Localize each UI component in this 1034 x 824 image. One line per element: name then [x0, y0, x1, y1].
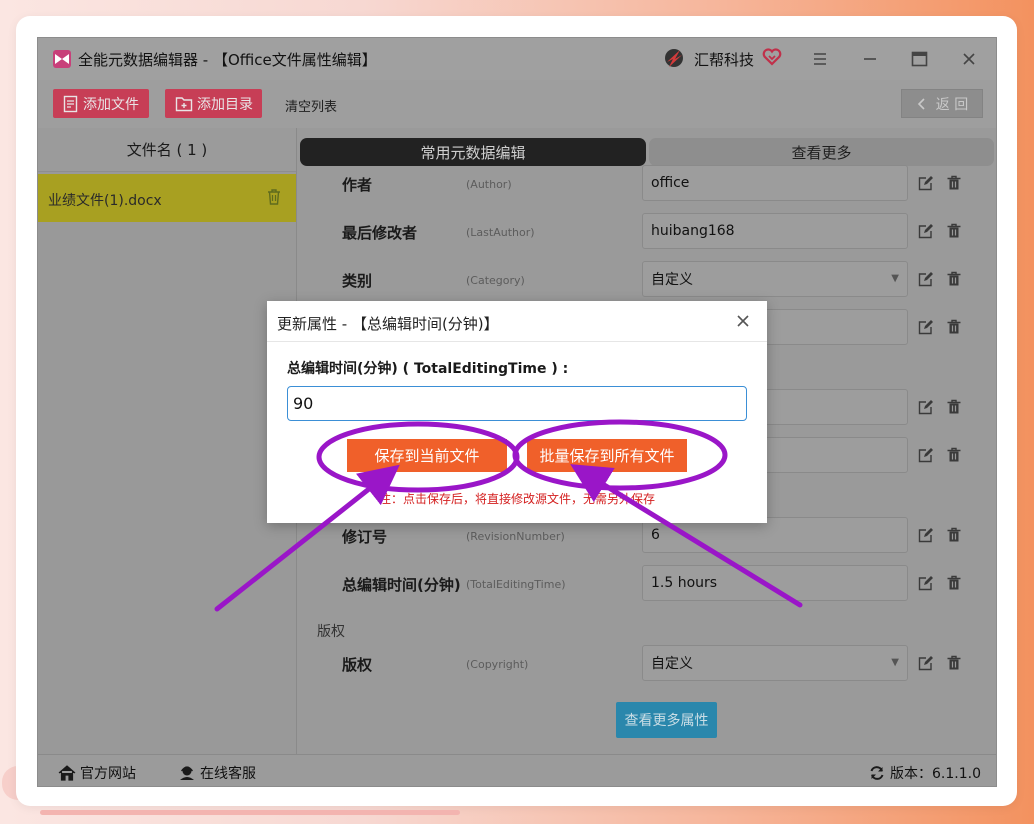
tab-view-more[interactable]: 查看更多: [649, 138, 994, 166]
edit-icon[interactable]: [918, 399, 934, 415]
add-file-icon: [63, 95, 78, 112]
update-property-dialog: 更新属性 - 【总编辑时间(分钟)】 总编辑时间(分钟) ( TotalEdit…: [267, 301, 767, 523]
minimize-icon[interactable]: [856, 46, 884, 72]
tab-common-metadata[interactable]: 常用元数据编辑: [300, 138, 646, 166]
version-info: 版本：6.1.1.0: [868, 763, 981, 783]
dialog-close-icon[interactable]: [733, 311, 753, 331]
trash-icon[interactable]: [946, 319, 962, 335]
prop-key: (Copyright): [466, 658, 529, 671]
add-directory-label: 添加目录: [197, 96, 253, 113]
edit-icon[interactable]: [918, 271, 934, 287]
prop-name: 总编辑时间(分钟): [342, 576, 461, 594]
add-file-label: 添加文件: [83, 96, 139, 113]
edit-icon[interactable]: [918, 319, 934, 335]
prop-name: 作者: [342, 176, 373, 194]
prop-key: (Author): [466, 178, 512, 191]
trash-icon[interactable]: [946, 399, 962, 415]
back-label: 返 回: [935, 96, 969, 113]
file-list-panel: 文件名 ( 1 ) 业绩文件(1).docx: [38, 128, 297, 754]
clear-list-button[interactable]: 清空列表: [285, 96, 337, 115]
close-icon[interactable]: [955, 46, 983, 72]
batch-save-all-files-button[interactable]: 批量保存到所有文件: [527, 439, 687, 472]
prop-key: (RevisionNumber): [466, 530, 565, 543]
edit-icon[interactable]: [918, 175, 934, 191]
file-name: 业绩文件(1).docx: [48, 193, 162, 209]
trash-icon[interactable]: [946, 527, 962, 543]
trash-icon[interactable]: [946, 655, 962, 671]
edit-icon[interactable]: [918, 655, 934, 671]
trash-icon[interactable]: [946, 447, 962, 463]
trash-icon[interactable]: [946, 575, 962, 591]
brand-name: 汇帮科技: [694, 51, 755, 69]
menu-icon[interactable]: [806, 46, 834, 72]
section-label: 版权: [317, 624, 345, 640]
add-file-button[interactable]: 添加文件: [53, 89, 149, 118]
add-directory-button[interactable]: 添加目录: [165, 89, 262, 118]
prop-name: 版权: [342, 656, 373, 674]
edit-icon[interactable]: [918, 527, 934, 543]
file-list-header: 文件名 ( 1 ): [38, 128, 296, 172]
edit-icon[interactable]: [918, 575, 934, 591]
trash-icon[interactable]: [946, 223, 962, 239]
prop-name: 类别: [342, 272, 373, 290]
support-icon: [180, 766, 194, 780]
online-support-link[interactable]: 在线客服: [178, 763, 256, 783]
status-bar: 官方网站 在线客服 版本：6.1.1.0: [38, 754, 996, 786]
official-website-link[interactable]: 官方网站: [58, 763, 136, 783]
dialog-note: 注：点击保存后，将直接修改源文件，无需另外保存: [378, 492, 655, 506]
save-to-current-file-button[interactable]: 保存到当前文件: [347, 439, 507, 472]
prop-name: 最后修改者: [342, 224, 418, 242]
refresh-icon: [870, 766, 884, 780]
back-chevron-icon: [917, 97, 925, 110]
prop-name: 修订号: [342, 528, 388, 546]
prop-value-field[interactable]: huibang168: [642, 213, 908, 249]
prop-key: (LastAuthor): [466, 226, 535, 239]
edit-icon[interactable]: [918, 447, 934, 463]
window-title: 全能元数据编辑器 - 【Office文件属性编辑】: [78, 51, 377, 69]
prop-value-field[interactable]: 1.5 hours: [642, 565, 908, 601]
version-label: 版本：6.1.1.0: [890, 766, 981, 782]
brand-logo-icon: [662, 46, 686, 70]
heart-icon[interactable]: [762, 47, 782, 67]
dialog-field-label: 总编辑时间(分钟) ( TotalEditingTime ) :: [287, 361, 569, 377]
official-website-label: 官方网站: [80, 766, 136, 782]
maximize-icon[interactable]: [905, 46, 933, 72]
background-decoration-bar: [40, 810, 460, 815]
home-icon: [58, 765, 76, 781]
app-logo-icon: [53, 50, 71, 68]
total-editing-time-input[interactable]: [287, 386, 747, 421]
back-button[interactable]: 返 回: [901, 89, 983, 118]
toolbar: 添加文件 添加目录 清空列表 返 回: [38, 80, 996, 128]
trash-icon[interactable]: [946, 271, 962, 287]
online-support-label: 在线客服: [200, 766, 256, 782]
prop-value-field[interactable]: office: [642, 165, 908, 201]
dialog-divider: [267, 341, 767, 342]
prop-key: (TotalEditingTime): [466, 578, 566, 591]
trash-icon[interactable]: [266, 188, 282, 210]
prop-select-field[interactable]: 自定义: [642, 645, 908, 681]
file-list-item[interactable]: 业绩文件(1).docx: [38, 174, 296, 222]
add-folder-icon: [175, 96, 193, 111]
view-more-properties-button[interactable]: 查看更多属性: [616, 702, 717, 738]
prop-key: (Category): [466, 274, 525, 287]
prop-select-field[interactable]: 自定义: [642, 261, 908, 297]
edit-icon[interactable]: [918, 223, 934, 239]
title-bar: 全能元数据编辑器 - 【Office文件属性编辑】 汇帮科技: [38, 38, 996, 80]
trash-icon[interactable]: [946, 175, 962, 191]
dialog-title: 更新属性 - 【总编辑时间(分钟)】: [277, 315, 499, 333]
